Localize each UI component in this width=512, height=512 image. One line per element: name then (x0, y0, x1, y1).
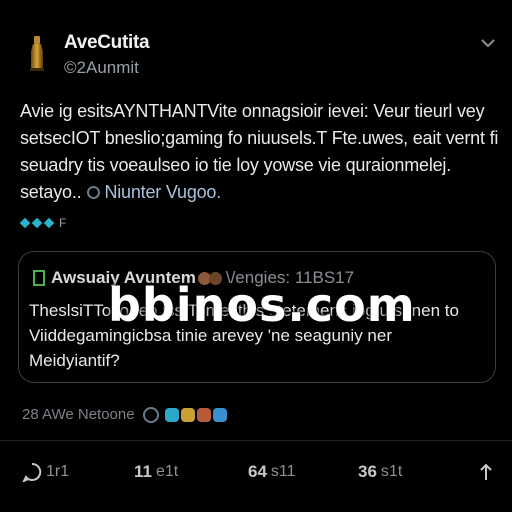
views-button[interactable]: 36 s1t (358, 462, 402, 482)
post-text: Avie ig esitsAYNTHANTVite onnagsioir iev… (20, 98, 498, 206)
post-card: AveCutita ©2Aunmit Avie ig esitsAYNTHANT… (0, 0, 512, 512)
share-icon (480, 463, 492, 480)
tag-icon (212, 407, 227, 422)
chevron-down-icon (481, 38, 495, 47)
retweet-button[interactable]: 11 e1t (134, 462, 178, 482)
tag-icon (180, 407, 195, 422)
author-avatar[interactable] (20, 34, 54, 74)
watermark: bbinos.com (108, 278, 416, 332)
like-button[interactable]: 64 s11 (248, 462, 296, 482)
post-text-segment: setayo.. (20, 182, 82, 202)
post-text-line: setsecIOT bneslio;gaming fo niuusels.T F… (20, 128, 499, 148)
emoji-row-tail: F (59, 216, 67, 230)
diamond-emoji-icon (31, 217, 43, 229)
like-count: 64 (248, 462, 267, 481)
post-text-line: setayo.. Niunter Vugoo. (20, 179, 498, 206)
post-timestamp[interactable]: 28 AWe Netoone (22, 406, 135, 423)
reply-count: 1r1 (46, 463, 70, 480)
more-options-button[interactable] (478, 34, 498, 52)
mention-icon (87, 186, 101, 199)
views-suffix: s1t (380, 463, 403, 480)
tag-icon (196, 407, 211, 422)
retweet-count: 11 (134, 462, 152, 481)
bottle-avatar-icon (30, 36, 44, 71)
mention-link[interactable]: Niunter Vugoo. (104, 182, 221, 202)
reply-button[interactable]: 1r1 (22, 462, 69, 482)
quoted-text-line: Meidyiantif? (29, 351, 120, 370)
reply-icon (22, 462, 42, 482)
retweet-suffix: e1t (155, 463, 179, 480)
globe-icon (142, 406, 159, 423)
author-name[interactable]: AveCutita (64, 32, 150, 54)
divider (0, 440, 512, 441)
action-bar: 1r1 11 e1t 64 s11 36 s1t (0, 462, 512, 492)
quoted-avatar (33, 270, 45, 286)
tag-icons (164, 407, 227, 422)
post-text-line: Avie ig esitsAYNTHANTVite onnagsioir iev… (20, 101, 485, 121)
share-button[interactable] (478, 462, 494, 482)
author-handle[interactable]: ©2Aunmit (64, 58, 139, 78)
views-count: 36 (358, 462, 377, 481)
post-meta: 28 AWe Netoone (22, 406, 227, 423)
tag-icon (164, 407, 179, 422)
like-suffix: s11 (270, 463, 296, 480)
diamond-emoji-icon (19, 217, 31, 229)
emoji-row: F (19, 216, 67, 230)
diamond-emoji-icon (43, 217, 55, 229)
post-text-line: seuadry tis voeaulseo io tie loy yowse v… (20, 155, 452, 175)
